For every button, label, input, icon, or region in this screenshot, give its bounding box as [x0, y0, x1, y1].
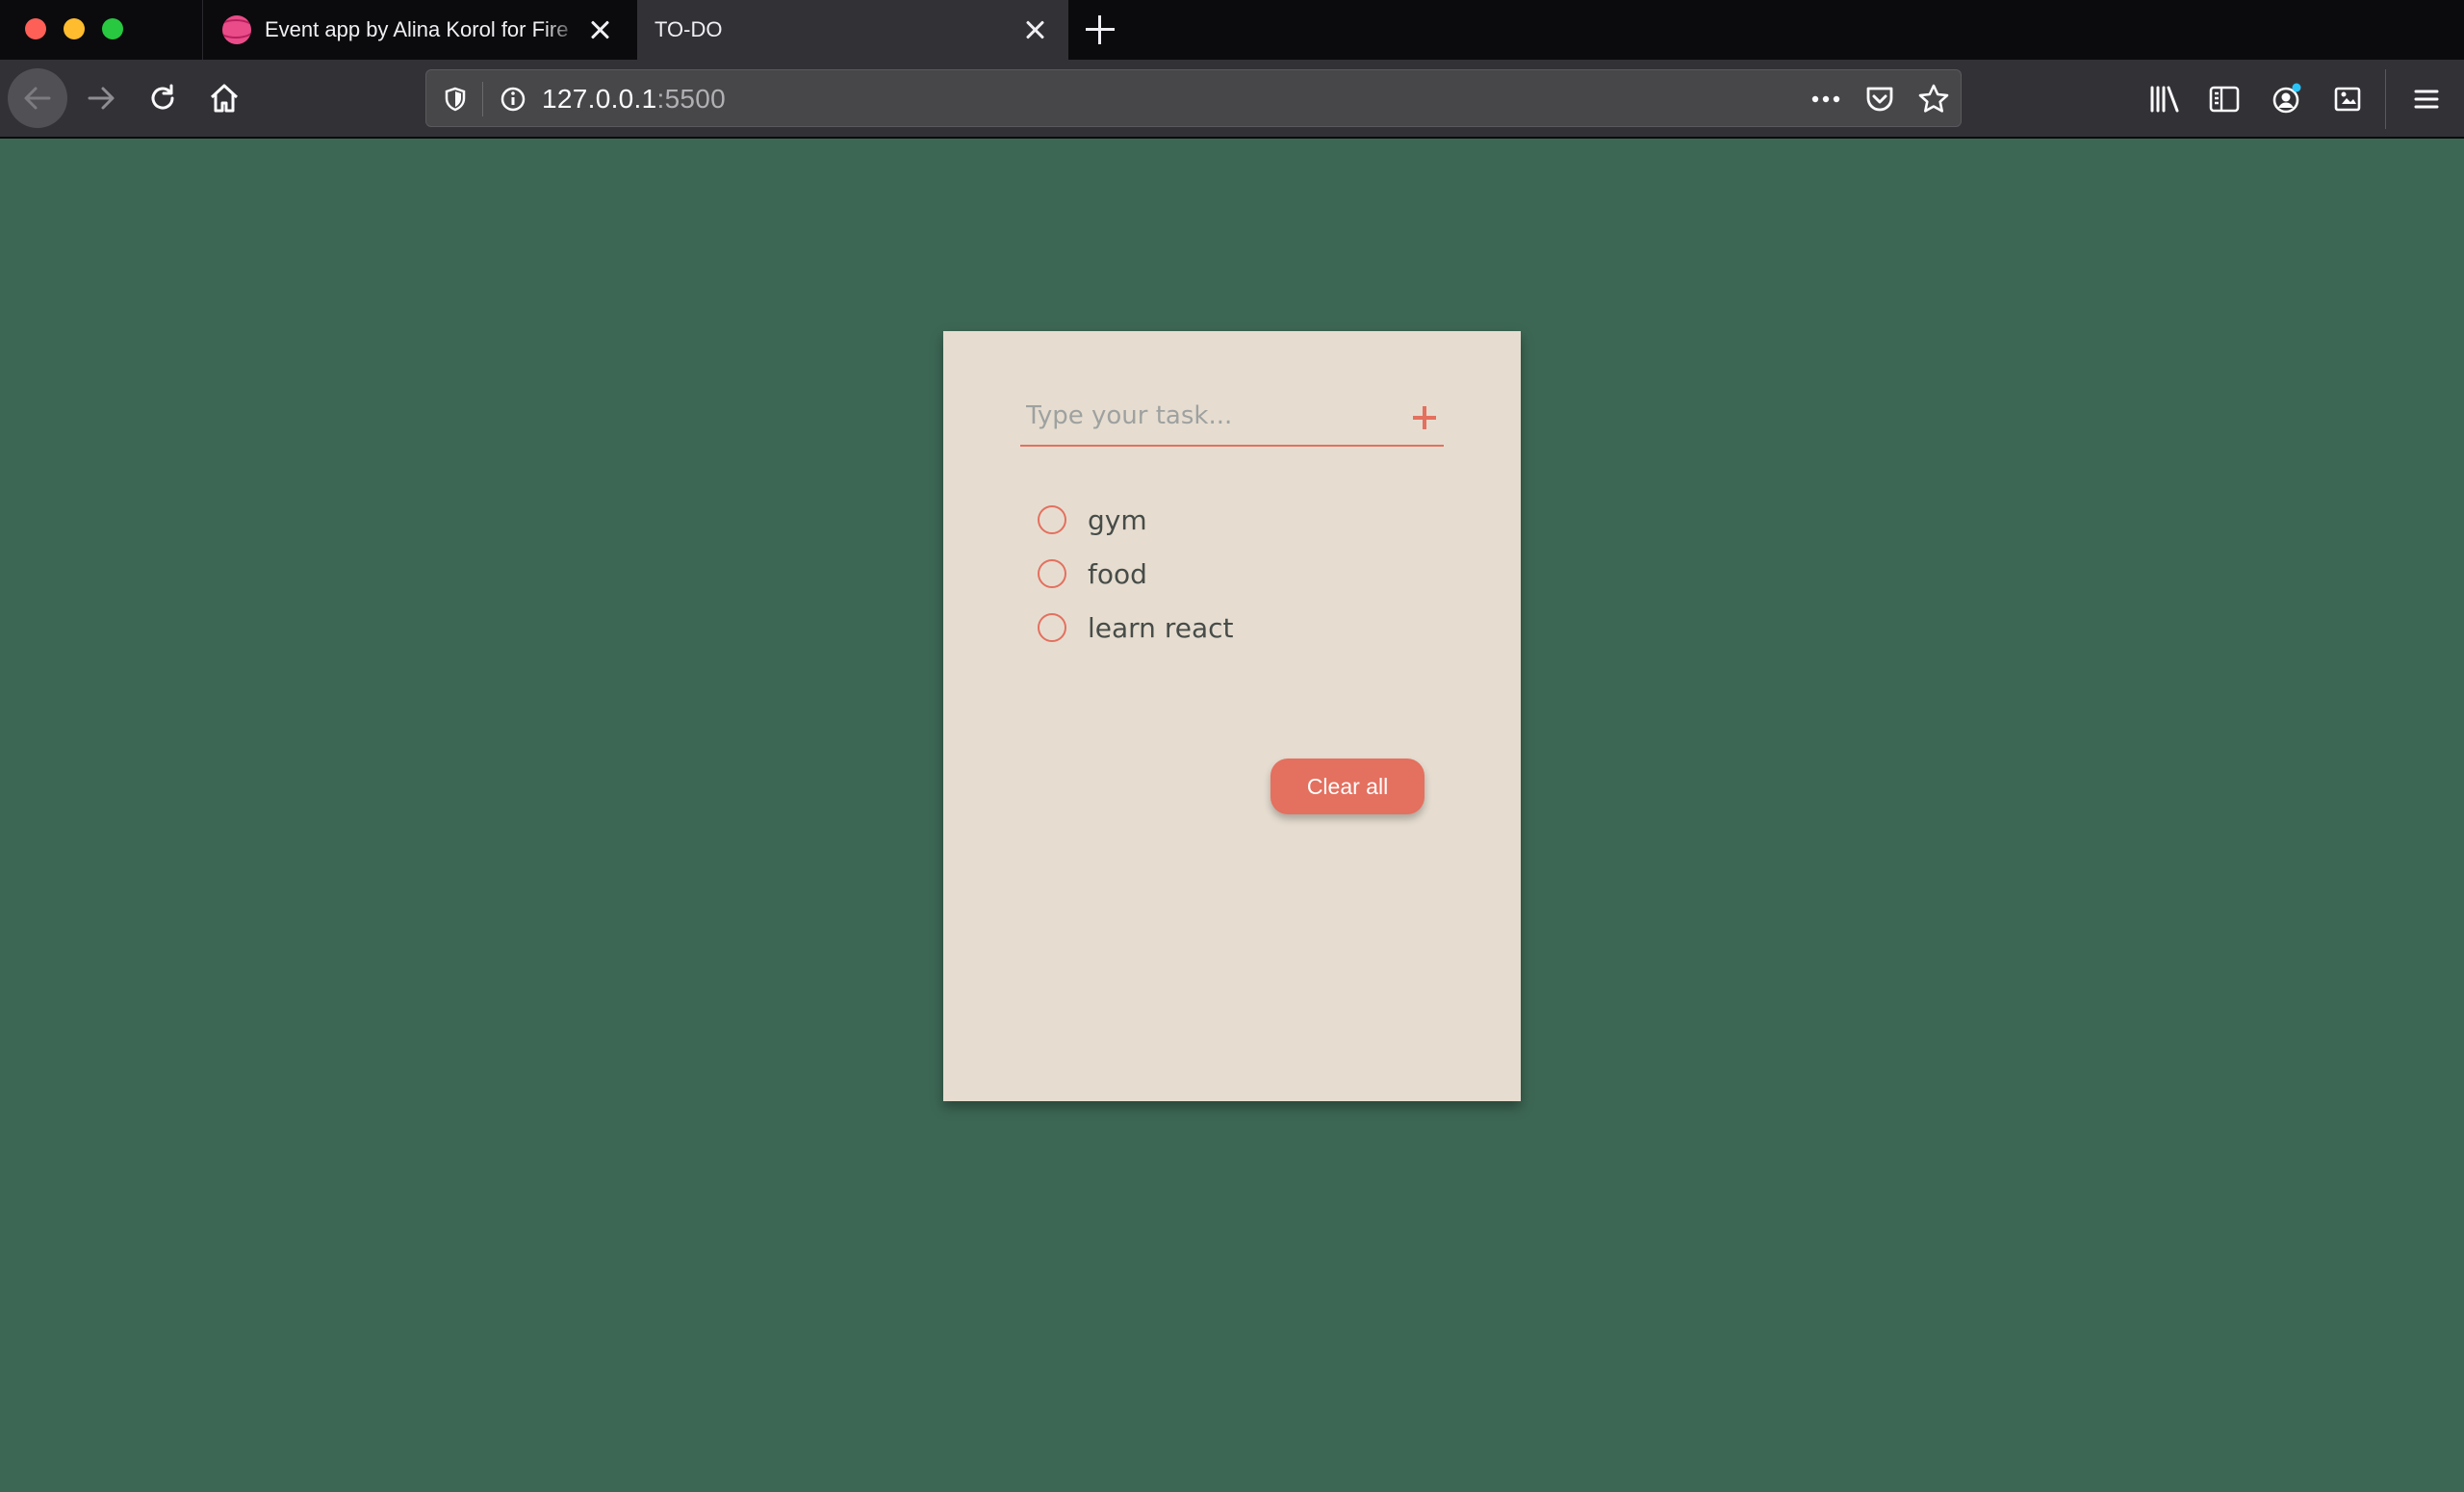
account-button[interactable] — [2256, 69, 2316, 129]
list-item: gym — [1038, 493, 1442, 547]
info-icon[interactable] — [494, 80, 532, 118]
list-item: food — [1038, 547, 1442, 601]
task-checkbox[interactable] — [1038, 559, 1066, 588]
extension-button[interactable] — [2318, 69, 2377, 129]
arrow-left-icon — [24, 87, 51, 110]
reload-button[interactable] — [133, 68, 192, 128]
hamburger-menu-icon — [2414, 90, 2439, 109]
sidebar-icon — [2209, 86, 2240, 113]
task-checkbox[interactable] — [1038, 505, 1066, 534]
home-icon — [210, 84, 239, 113]
url-separator — [482, 82, 483, 116]
tab-todo[interactable]: TO-DO — [637, 0, 1068, 60]
library-button[interactable] — [2135, 69, 2194, 129]
window-maximize-button[interactable] — [102, 18, 123, 39]
clear-all-button[interactable]: Clear all — [1270, 759, 1424, 814]
library-icon — [2150, 86, 2179, 113]
bookmark-star-icon[interactable] — [1914, 80, 1953, 118]
more-actions-icon[interactable] — [1807, 80, 1845, 118]
home-button[interactable] — [194, 68, 254, 128]
add-task-button[interactable] — [1405, 399, 1444, 437]
task-label: food — [1088, 557, 1147, 590]
url-port: :5500 — [656, 84, 727, 114]
tab-close-button[interactable] — [1022, 16, 1049, 43]
sidebar-button[interactable] — [2194, 69, 2254, 129]
task-label: learn react — [1088, 611, 1234, 644]
reload-icon — [151, 84, 174, 110]
forward-button[interactable] — [71, 68, 131, 128]
arrow-right-icon — [88, 87, 115, 110]
menu-button[interactable] — [2397, 69, 2456, 129]
task-input[interactable] — [1020, 389, 1386, 443]
new-tab-button[interactable] — [1084, 13, 1116, 46]
todo-card: gym food learn react Clear all — [943, 331, 1521, 1101]
tab-title: Event app by Alina Korol for Fire — [265, 17, 569, 41]
url-bar[interactable]: 127.0.0.1:5500 — [425, 69, 1962, 127]
toolbar-divider — [2385, 69, 2386, 129]
task-list: gym food learn react — [1038, 493, 1442, 655]
task-input-row — [1020, 389, 1444, 447]
tab-close-button[interactable] — [587, 16, 614, 43]
account-icon — [2272, 83, 2301, 114]
list-item: learn react — [1038, 601, 1442, 655]
navigation-toolbar: 127.0.0.1:5500 — [0, 60, 2464, 139]
dribbble-icon — [222, 15, 251, 44]
shield-icon[interactable] — [436, 80, 475, 118]
back-button[interactable] — [8, 68, 67, 128]
task-label: gym — [1088, 503, 1147, 536]
tab-title: TO-DO — [654, 17, 723, 41]
extension-icon — [2334, 87, 2361, 112]
url-host: 127.0.0.1 — [542, 84, 657, 114]
tab-event-app[interactable]: Event app by Alina Korol for Fire — [202, 0, 637, 60]
window-minimize-button[interactable] — [64, 18, 85, 39]
url-text[interactable]: 127.0.0.1:5500 — [542, 84, 726, 115]
window-close-button[interactable] — [25, 18, 46, 39]
task-checkbox[interactable] — [1038, 613, 1066, 642]
pocket-icon[interactable] — [1861, 80, 1899, 118]
tab-bar: Event app by Alina Korol for Fire TO-DO — [0, 0, 2464, 60]
